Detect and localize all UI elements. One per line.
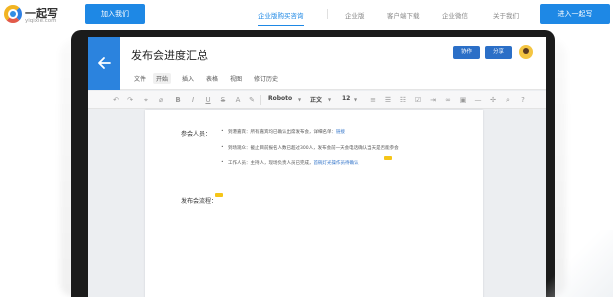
chevron-down-icon[interactable]: ▼	[354, 97, 357, 102]
chevron-down-icon[interactable]: ▼	[298, 97, 301, 102]
italic-icon[interactable]: I	[189, 96, 197, 104]
redo-icon[interactable]: ↷	[126, 96, 134, 104]
nav-divider	[327, 9, 328, 19]
nav-client-download[interactable]: 客户端下载	[387, 10, 420, 20]
join-us-button[interactable]: 加入我们	[85, 4, 145, 24]
ordered-list-icon[interactable]: ☰	[384, 96, 392, 104]
document-page[interactable]: 参会人员： 到港嘉宾：所有嘉宾均已确认出席发布会，详细名单：链接 到场观众：截止…	[145, 110, 483, 297]
more-icon[interactable]: ✢	[489, 96, 497, 104]
section-attendees-label: 参会人员：	[181, 131, 212, 138]
highlight-icon[interactable]: ✎	[248, 96, 256, 104]
nav-about-us[interactable]: 关于我们	[493, 10, 519, 20]
collaborator-cursor	[215, 193, 223, 197]
tab-revision-history[interactable]: 修订历史	[251, 73, 281, 84]
chevron-down-icon[interactable]: ▼	[328, 97, 331, 102]
help-icon[interactable]: ?	[519, 96, 527, 104]
nav-enterprise-wechat[interactable]: 企业微信	[442, 10, 468, 20]
back-button[interactable]	[88, 37, 120, 90]
nav-enterprise[interactable]: 企业版	[345, 10, 365, 20]
enter-app-button[interactable]: 进入一起写	[540, 4, 610, 24]
indent-icon[interactable]: ⇥	[429, 96, 437, 104]
align-left-icon[interactable]: ≡	[369, 96, 377, 104]
strikethrough-icon[interactable]: S	[219, 96, 227, 104]
attendee-list-link[interactable]: 链接	[336, 130, 345, 135]
list-item: 到场观众：截止目前报名人数已超过300人，发布会前一天会电话确认当天是否能参会	[221, 145, 399, 151]
logo-url: yiqixie.com	[25, 18, 57, 24]
bold-icon[interactable]: B	[174, 96, 182, 104]
checklist-icon[interactable]: ☑	[414, 96, 422, 104]
paragraph-style-select[interactable]: 正文	[310, 95, 322, 104]
tab-insert[interactable]: 插入	[179, 73, 197, 84]
share-button[interactable]: 分享	[485, 46, 512, 59]
background-gradient	[540, 230, 613, 297]
list-item: 到港嘉宾：所有嘉宾均已确认出席发布会，详细名单：链接	[221, 129, 345, 135]
search-icon[interactable]: ⌕	[504, 96, 512, 104]
nav-enterprise-consult[interactable]: 企业版购买咨询	[258, 10, 304, 26]
list-item: 工作人员：主持人，现场负责人员已完成，首碗灯光操作员待确认	[221, 160, 359, 166]
logo[interactable]: 一起写 yiqixie.com	[4, 4, 60, 26]
collaborate-button[interactable]: 协作	[453, 46, 480, 59]
logo-icon	[4, 5, 22, 23]
format-toolbar: ↶ ↷ ⌖ ⌀ B I U S A ✎ Roboto ▼ 正文 ▼ 12 ▼ ≡…	[88, 91, 546, 109]
format-painter-icon[interactable]: ⌖	[142, 96, 150, 104]
undo-icon[interactable]: ↶	[112, 96, 120, 104]
tab-file[interactable]: 文件	[131, 73, 149, 84]
tab-table[interactable]: 表格	[203, 73, 221, 84]
toolbar-divider	[260, 95, 261, 105]
avatar[interactable]	[519, 45, 533, 59]
editor-screen: 发布会进度汇总 文件 开始 插入 表格 视图 修订历史 协作 分享 ↶ ↷ ⌖ …	[88, 37, 546, 297]
section-process-label: 发布会流程：	[181, 198, 218, 205]
doc-header: 发布会进度汇总 文件 开始 插入 表格 视图 修订历史 协作 分享	[88, 37, 546, 90]
arrow-left-icon	[98, 57, 111, 69]
lighting-operator-link[interactable]: 首碗灯光操作员待确认	[314, 161, 359, 166]
font-size-select[interactable]: 12	[342, 95, 350, 102]
divider-icon[interactable]: —	[474, 96, 482, 104]
text-color-icon[interactable]: A	[234, 96, 242, 104]
link-icon[interactable]: ∞	[444, 96, 452, 104]
underline-icon[interactable]: U	[204, 96, 212, 104]
font-family-select[interactable]: Roboto	[268, 95, 292, 102]
doc-title: 发布会进度汇总	[131, 49, 208, 62]
tab-home[interactable]: 开始	[153, 73, 172, 84]
collaborator-cursor	[384, 156, 392, 160]
clear-format-icon[interactable]: ⌀	[157, 96, 165, 104]
top-nav: 一起写 yiqixie.com 加入我们 企业版购买咨询 企业版 客户端下载 企…	[0, 0, 613, 30]
tab-view[interactable]: 视图	[227, 73, 245, 84]
image-icon[interactable]: ▣	[459, 96, 467, 104]
bullet-list-icon[interactable]: ☷	[399, 96, 407, 104]
